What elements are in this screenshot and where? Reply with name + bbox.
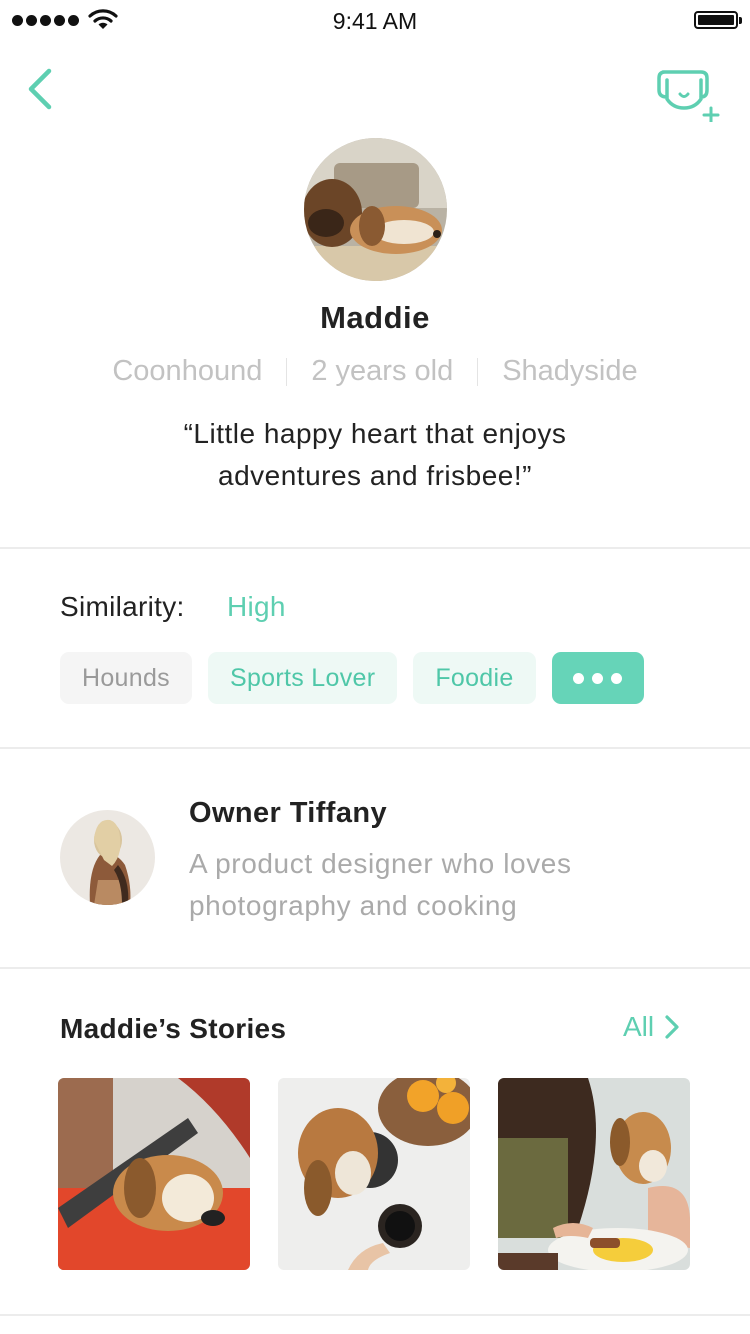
similarity-tags: Hounds Sports Lover Foodie <box>60 652 644 704</box>
section-divider <box>0 547 750 549</box>
story-photo-breakfast <box>498 1078 690 1270</box>
dog-bio-line: “Little happy heart that enjoys <box>183 418 567 449</box>
section-divider <box>0 967 750 969</box>
owner-bio-line: photography and cooking <box>189 890 518 921</box>
add-dog-icon <box>657 70 720 124</box>
dog-avatar[interactable] <box>304 138 447 281</box>
meta-separator <box>286 357 288 386</box>
meta-separator <box>477 357 479 386</box>
dog-bio: “Little happy heart that enjoys adventur… <box>0 413 750 497</box>
battery-icon <box>694 11 742 29</box>
dog-breed: Coonhound <box>112 355 263 387</box>
dog-location: Shadyside <box>502 355 638 387</box>
chevron-right-icon <box>665 1015 679 1039</box>
tag-foodie[interactable]: Foodie <box>413 652 536 704</box>
section-divider <box>0 1314 750 1316</box>
story-thumbnail[interactable] <box>498 1078 690 1270</box>
chevron-left-icon <box>28 68 52 110</box>
tag-hounds[interactable]: Hounds <box>60 652 192 704</box>
story-thumbnail[interactable] <box>58 1078 250 1270</box>
owner-bio: A product designer who loves photography… <box>189 843 689 927</box>
section-divider <box>0 747 750 749</box>
more-dots-icon <box>573 672 585 684</box>
owner-photo <box>60 810 155 905</box>
owner-name: Owner Tiffany <box>189 797 388 829</box>
stories-title: Maddie’s Stories <box>60 1013 287 1044</box>
status-time: 9:41 AM <box>332 8 418 34</box>
dog-meta: Coonhound 2 years old Shadyside <box>0 355 750 388</box>
status-bar: 9:41 AM <box>0 0 750 40</box>
dog-bio-line: adventures and frisbee!” <box>218 460 532 491</box>
tag-sports-lover[interactable]: Sports Lover <box>207 652 398 704</box>
back-button[interactable] <box>20 62 64 116</box>
all-stories-link[interactable]: All <box>623 1011 680 1043</box>
dog-photo <box>304 138 447 281</box>
story-photo-bowl <box>278 1078 470 1270</box>
similarity-label: Similarity: <box>60 591 185 622</box>
dog-age: 2 years old <box>311 355 454 387</box>
more-dots-icon <box>592 672 604 684</box>
similarity-value: High <box>227 591 286 622</box>
more-tags-button[interactable] <box>551 652 644 704</box>
more-dots-icon <box>611 672 623 684</box>
owner-avatar[interactable] <box>60 810 155 905</box>
add-dog-button[interactable] <box>655 66 727 124</box>
all-stories-label: All <box>623 1011 655 1042</box>
dog-name: Maddie <box>320 300 430 335</box>
owner-bio-line: A product designer who loves <box>189 848 572 879</box>
story-thumbnail[interactable] <box>278 1078 470 1270</box>
story-photo-car <box>58 1078 250 1270</box>
